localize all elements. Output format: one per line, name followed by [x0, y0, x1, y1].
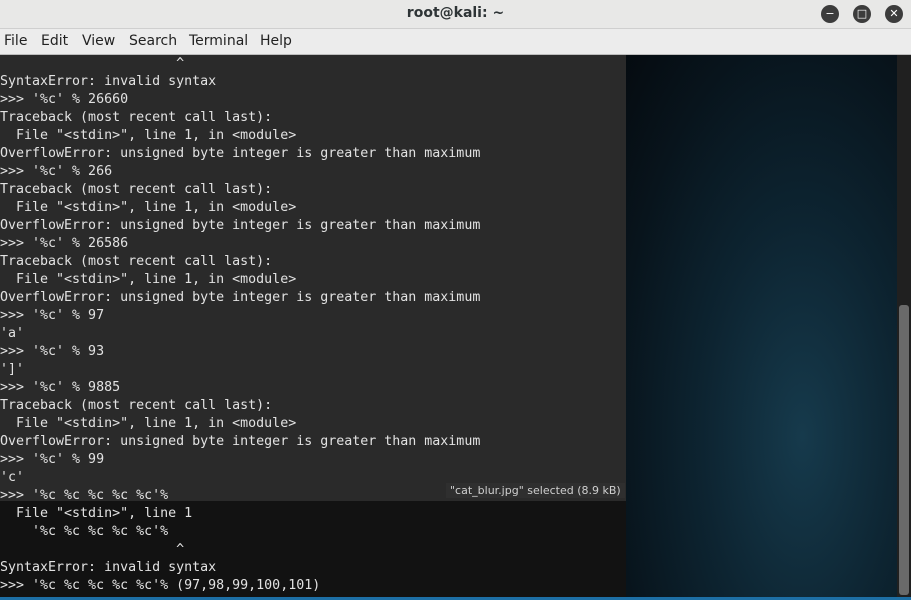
terminal-line: File "<stdin>", line 1: [0, 506, 193, 521]
title-bar: root@kali: ~ − □ ✕: [0, 0, 911, 29]
terminal-line: >>> '%c' % 93: [0, 344, 105, 359]
terminal-line: >>> '%c' % 99: [0, 452, 105, 467]
terminal-line: Traceback (most recent call last):: [0, 110, 273, 125]
terminal-line: OverflowError: unsigned byte integer is …: [0, 146, 481, 161]
desktop-background: [626, 55, 897, 600]
terminal-line: >>> '%c %c %c %c %c'%: [0, 488, 169, 503]
terminal-line: ']': [0, 362, 25, 377]
terminal-line: SyntaxError: invalid syntax: [0, 74, 217, 89]
menu-help[interactable]: Help: [260, 33, 292, 49]
terminal-line: SyntaxError: invalid syntax: [0, 560, 217, 575]
terminal-line: File "<stdin>", line 1, in <module>: [0, 272, 297, 287]
scrollbar[interactable]: [897, 55, 911, 600]
terminal-line: >>> '%c' % 26586: [0, 236, 129, 251]
terminal-line: >>> '%c' % 266: [0, 164, 113, 179]
terminal-line: OverflowError: unsigned byte integer is …: [0, 434, 481, 449]
menu-terminal[interactable]: Terminal: [189, 33, 248, 49]
terminal-line: File "<stdin>", line 1, in <module>: [0, 128, 297, 143]
file-selected-tooltip: "cat_blur.jpg" selected (8.9 kB): [446, 483, 625, 498]
terminal-line: File "<stdin>", line 1, in <module>: [0, 200, 297, 215]
terminal-line: OverflowError: unsigned byte integer is …: [0, 218, 481, 233]
terminal-area[interactable]: ^ SyntaxError: invalid syntax >>> '%c' % 2…: [0, 55, 897, 600]
scrollbar-thumb[interactable]: [899, 305, 909, 595]
terminal-line: OverflowError: unsigned byte integer is …: [0, 290, 481, 305]
terminal-line: Traceback (most recent call last):: [0, 254, 273, 269]
terminal-line: >>> '%c' % 9885: [0, 380, 121, 395]
terminal-line: Traceback (most recent call last):: [0, 182, 273, 197]
close-button[interactable]: ✕: [885, 5, 903, 23]
window-title: root@kali: ~: [406, 5, 505, 21]
menu-bar: File Edit View Search Terminal Help: [0, 29, 911, 55]
terminal-line: 'a': [0, 326, 25, 341]
menu-file[interactable]: File: [4, 33, 27, 49]
terminal-line: File "<stdin>", line 1, in <module>: [0, 416, 297, 431]
terminal-output: ^ SyntaxError: invalid syntax >>> '%c' % 2…: [0, 55, 480, 595]
terminal-line: '%c %c %c %c %c'%: [0, 524, 169, 539]
terminal-line: ^: [0, 542, 185, 557]
maximize-button[interactable]: □: [853, 5, 871, 23]
terminal-line: >>> '%c' % 26660: [0, 92, 129, 107]
minimize-button[interactable]: −: [821, 5, 839, 23]
terminal-line: ^: [0, 56, 185, 71]
menu-search[interactable]: Search: [129, 33, 177, 49]
terminal-line: Traceback (most recent call last):: [0, 398, 273, 413]
terminal-line: 'c': [0, 470, 25, 485]
terminal-line: >>> '%c' % 97: [0, 308, 105, 323]
menu-edit[interactable]: Edit: [41, 33, 68, 49]
terminal-prompt-line: >>> '%c %c %c %c %c'% (97,98,99,100,101): [0, 578, 321, 593]
menu-view[interactable]: View: [82, 33, 115, 49]
